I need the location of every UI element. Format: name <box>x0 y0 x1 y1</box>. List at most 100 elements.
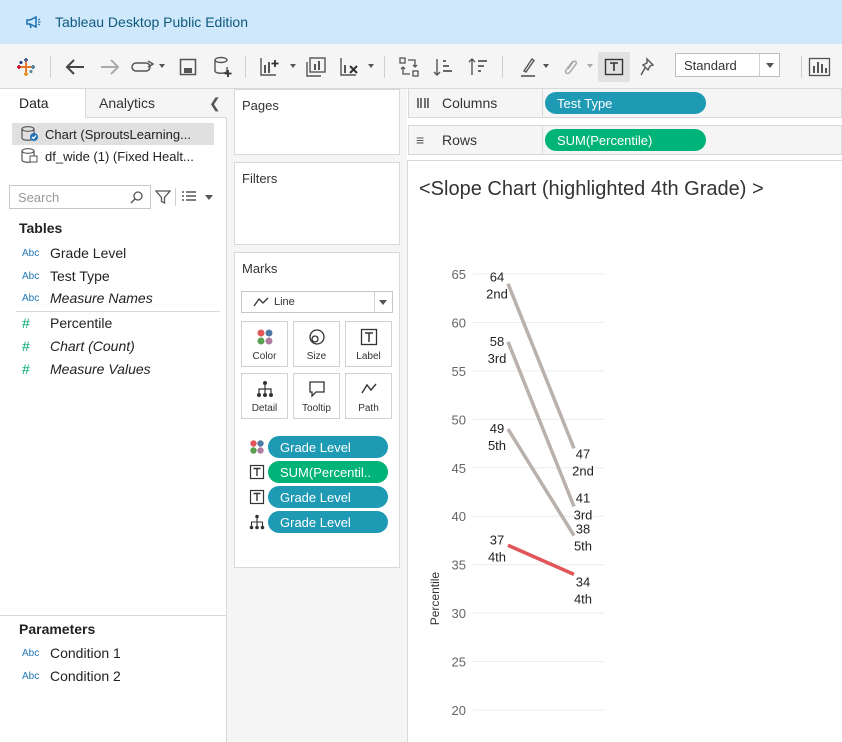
datasource-icon <box>21 148 38 163</box>
detail-encoding-pill[interactable]: Grade Level <box>268 511 388 533</box>
slope-chart[interactable]: 20 25 30 35 40 45 50 55 60 65 Percentile 64 2nd 47 2nd… <box>408 161 842 742</box>
rows-pill-sum-percentile[interactable]: SUM(Percentile) <box>545 129 706 151</box>
size-button[interactable]: Size <box>293 321 340 367</box>
rows-shelf-label-wrap: ≡ Rows <box>416 132 477 148</box>
label-encoding-pill[interactable]: Grade Level <box>268 486 388 508</box>
shelf-divider <box>542 89 543 117</box>
tooltip-button-label: Tooltip <box>302 403 331 414</box>
tab-analytics[interactable]: Analytics <box>85 89 227 118</box>
label-icon <box>249 464 265 480</box>
new-datasource-icon[interactable] <box>210 55 234 79</box>
series-line-4th <box>507 543 575 576</box>
field-grade-level[interactable]: Abc Grade Level <box>22 243 126 263</box>
mark-type-value: Line <box>274 296 295 308</box>
chevron-down-icon[interactable] <box>374 292 392 312</box>
filters-card[interactable]: Filters <box>234 162 400 245</box>
duplicate-sheet-icon[interactable] <box>303 55 329 79</box>
fix-axes-icon[interactable] <box>637 55 661 79</box>
data-label-grade: 3rd <box>574 508 593 523</box>
field-percentile[interactable]: # Percentile <box>22 313 112 333</box>
tab-data[interactable]: Data <box>0 89 85 118</box>
highlight-icon[interactable] <box>516 55 540 79</box>
field-chart-count[interactable]: # Chart (Count) <box>22 336 135 356</box>
toolbar-separator <box>384 56 385 78</box>
toolbar-separator <box>502 56 503 78</box>
sort-ascending-icon[interactable] <box>430 55 456 79</box>
data-label-value: 34 <box>576 574 590 589</box>
size-icon <box>308 329 325 345</box>
label-encoding-pill[interactable]: SUM(Percentil.. <box>268 461 388 483</box>
data-label-value: 58 <box>490 334 504 349</box>
mark-type-select[interactable]: Line <box>241 291 393 313</box>
label-icon <box>249 489 265 505</box>
columns-shelf[interactable]: ‖‖ Columns Test Type <box>408 88 842 118</box>
parameter-condition-2[interactable]: Abc Condition 2 <box>22 666 121 686</box>
sort-descending-icon[interactable] <box>465 55 491 79</box>
show-mark-labels-icon[interactable] <box>598 52 630 82</box>
field-measure-names[interactable]: Abc Measure Names <box>22 288 153 308</box>
color-button-label: Color <box>252 351 277 362</box>
field-test-type[interactable]: Abc Test Type <box>22 266 110 286</box>
separator <box>175 188 176 206</box>
toolbar-separator <box>801 56 802 78</box>
app-title: Tableau Desktop Public Edition <box>55 14 249 30</box>
datasource-item[interactable]: Chart (SproutsLearning... <box>12 123 214 145</box>
clear-sheet-dropdown-icon[interactable] <box>368 64 374 68</box>
parameters-divider <box>0 615 227 616</box>
chevron-down-icon[interactable] <box>759 54 779 76</box>
field-measure-values[interactable]: # Measure Values <box>22 359 151 379</box>
string-type-icon: Abc <box>22 647 40 659</box>
field-search-input[interactable]: Search <box>9 185 151 209</box>
rows-shelf[interactable]: ≡ Rows SUM(Percentile) <box>408 125 842 155</box>
save-icon[interactable] <box>176 55 200 79</box>
path-button-label: Path <box>358 403 379 414</box>
detail-button[interactable]: Detail <box>241 373 288 419</box>
color-button[interactable]: Color <box>241 321 288 367</box>
back-icon[interactable] <box>62 55 88 79</box>
label-button[interactable]: Label <box>345 321 392 367</box>
y-tick-label: 50 <box>452 412 466 427</box>
highlight-dropdown-icon[interactable] <box>543 64 549 68</box>
new-worksheet-icon[interactable] <box>256 55 282 79</box>
search-placeholder: Search <box>18 189 60 205</box>
collapse-pane-icon[interactable]: ❮ <box>209 95 221 112</box>
columns-pill-test-type[interactable]: Test Type <box>545 92 706 114</box>
redo-dropdown-icon[interactable] <box>159 64 165 68</box>
tableau-logo-icon[interactable] <box>14 55 38 79</box>
field-label: Condition 2 <box>50 668 121 684</box>
group-dropdown-icon[interactable] <box>587 64 593 68</box>
path-icon <box>360 383 377 394</box>
marks-card: Marks Line Color Size Label Detail Toolt… <box>234 252 400 568</box>
view-options-dropdown-icon[interactable] <box>205 195 213 200</box>
forward-icon[interactable] <box>97 55 123 79</box>
pages-card[interactable]: Pages <box>234 89 400 155</box>
columns-shelf-label-wrap: ‖‖ Columns <box>416 95 497 111</box>
data-label-value: 47 <box>576 446 590 461</box>
color-encoding-pill[interactable]: Grade Level <box>268 436 388 458</box>
swap-rows-columns-icon[interactable] <box>396 55 422 79</box>
filter-icon[interactable] <box>155 189 171 205</box>
fit-standard-select[interactable]: Standard <box>675 53 780 77</box>
detail-button-label: Detail <box>251 403 278 414</box>
detail-icon <box>256 381 273 397</box>
y-tick-label: 40 <box>452 509 466 524</box>
parameter-condition-1[interactable]: Abc Condition 1 <box>22 643 121 663</box>
show-me-icon[interactable] <box>808 55 834 79</box>
dimensions-measures-divider <box>16 311 220 312</box>
label-icon <box>360 328 377 346</box>
datasource-item[interactable]: df_wide (1) (Fixed Healt... <box>12 145 214 167</box>
redo-icon[interactable] <box>130 55 156 79</box>
columns-shelf-label: Columns <box>442 95 498 111</box>
tooltip-button[interactable]: Tooltip <box>293 373 340 419</box>
tooltip-icon <box>308 381 325 398</box>
size-button-label: Size <box>306 351 327 362</box>
data-label-grade: 4th <box>574 591 592 606</box>
list-view-icon[interactable] <box>181 190 197 204</box>
data-label-value: 64 <box>490 270 504 285</box>
clear-sheet-icon[interactable] <box>336 55 362 79</box>
group-members-icon[interactable] <box>558 55 582 79</box>
color-icon <box>250 440 264 454</box>
path-button[interactable]: Path <box>345 373 392 419</box>
new-worksheet-dropdown-icon[interactable] <box>290 64 296 68</box>
detail-icon <box>249 514 265 530</box>
